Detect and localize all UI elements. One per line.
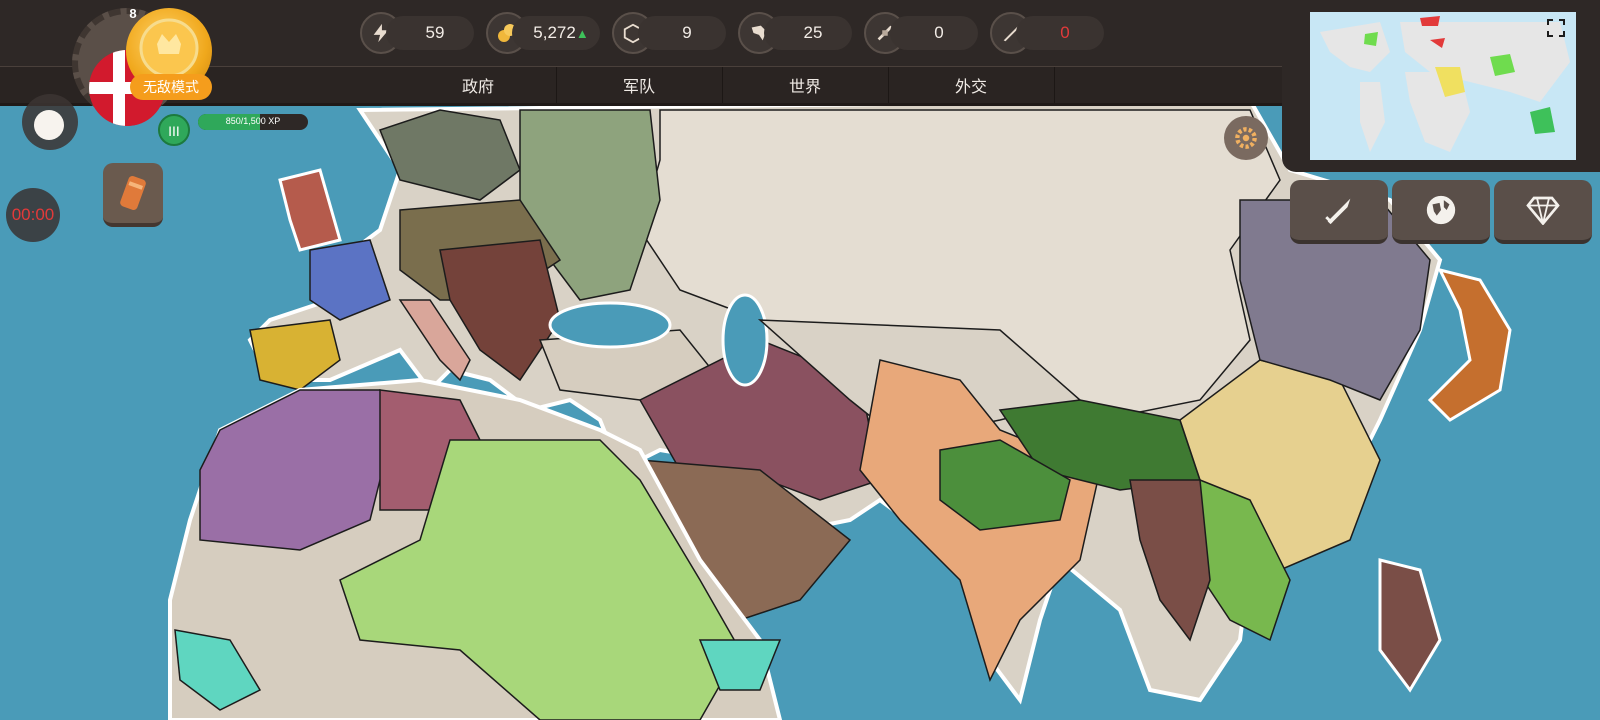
game-timer: 00:00 [6, 188, 60, 242]
globe-icon [1426, 195, 1456, 225]
gear-icon [1235, 127, 1257, 149]
map-black-sea [548, 301, 672, 349]
world-button[interactable] [1392, 180, 1490, 244]
resource-gold-value: 5,272▲ [526, 23, 596, 43]
tab-world[interactable]: 世界 [722, 67, 889, 103]
map-settings-button[interactable] [1224, 116, 1268, 160]
resource-energy-value: 59 [425, 23, 445, 42]
sword-icon [1325, 198, 1351, 225]
resource-manpower-value: 25 [803, 23, 823, 42]
player-level: 8 [129, 6, 137, 21]
xp-progress-bar: 850/1,500 XP [198, 114, 308, 130]
premium-button[interactable] [1494, 180, 1592, 244]
toggle-knob[interactable] [34, 110, 64, 140]
gold-amount: 5,272 [533, 23, 576, 42]
resource-industry-value: 9 [682, 23, 692, 42]
resource-satellite-value: 0 [934, 23, 944, 42]
tab-army[interactable]: 军队 [556, 67, 723, 103]
invincible-mode-badge[interactable]: 无敌模式 [130, 74, 212, 100]
rank-badge: III [158, 114, 190, 146]
events-button[interactable] [103, 163, 163, 227]
tab-government[interactable]: 政府 [400, 67, 557, 103]
expand-icon[interactable] [1546, 18, 1566, 38]
scroll-icon [120, 176, 146, 210]
trend-up-icon: ▲ [575, 26, 589, 41]
xp-text: 850/1,500 XP [225, 116, 281, 126]
minimap[interactable] [1310, 12, 1576, 160]
resource-missile-value: 0 [1060, 23, 1070, 42]
tab-diplomacy[interactable]: 外交 [888, 67, 1055, 103]
diamond-icon [1526, 196, 1560, 225]
map-caspian-sea [721, 293, 769, 387]
military-button[interactable] [1290, 180, 1388, 244]
